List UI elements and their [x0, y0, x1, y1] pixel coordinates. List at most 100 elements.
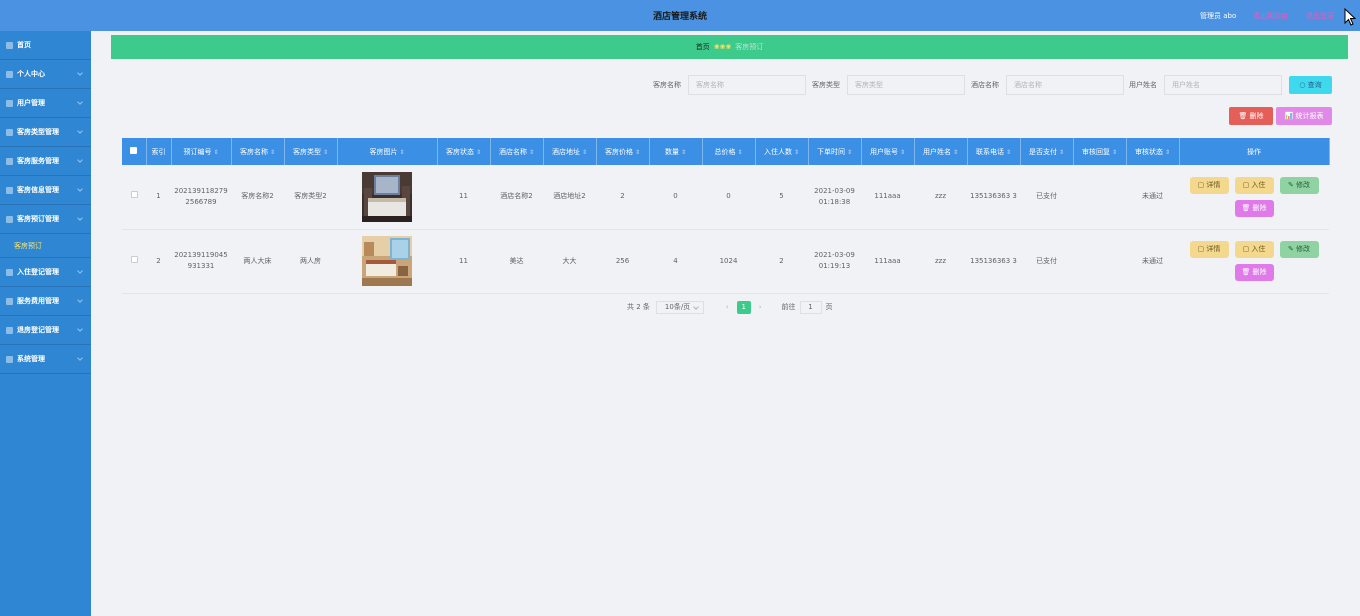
edit-button[interactable]: ✎ 修改	[1279, 176, 1319, 194]
checkout-icon	[6, 326, 13, 334]
sort-icon[interactable]: ⇕	[270, 149, 275, 156]
sort-icon[interactable]: ⇕	[900, 149, 905, 156]
page-number-current[interactable]: 1	[736, 300, 751, 314]
row-checkbox[interactable]	[130, 191, 138, 199]
sort-icon[interactable]: ⇕	[323, 149, 328, 156]
cell-status: 11	[437, 165, 490, 230]
column-header[interactable]: 下单时间 ⇕	[808, 138, 862, 165]
select-all-checkbox[interactable]	[130, 147, 138, 154]
page-size-select[interactable]: 10条/页	[655, 300, 704, 314]
search-room-type: 客房类型 客房类型	[812, 75, 965, 95]
sidebar-item-room-info[interactable]: 客房信息管理	[0, 176, 91, 205]
table-header-row: 索引 预订编号 ⇕ 客房名称 ⇕ 客房类型 ⇕ 客房图片 ⇕ 客房状态 ⇕ 酒店名称 ⇕ 酒…	[122, 138, 1330, 165]
row-select[interactable]	[122, 165, 146, 230]
sort-icon[interactable]: ⇕	[213, 149, 218, 156]
column-header[interactable]: 客房图片 ⇕	[337, 138, 438, 165]
cell-guests: 2	[755, 229, 808, 294]
room-type-input[interactable]: 客房类型	[847, 75, 965, 95]
cell-hotel-address: 大大	[543, 229, 596, 294]
column-header[interactable]: 入住人数 ⇕	[755, 138, 809, 165]
sort-icon[interactable]: ⇕	[847, 149, 852, 156]
hotel-name-input[interactable]: 酒店名称	[1006, 75, 1124, 95]
column-header[interactable]: 总价格 ⇕	[702, 138, 756, 165]
cell-reply	[1073, 165, 1126, 230]
room-photo[interactable]	[362, 236, 412, 286]
room-name-input[interactable]: 客房名称	[688, 75, 806, 95]
grid-icon	[6, 128, 13, 136]
detail-button[interactable]: ▢ 详情	[1189, 176, 1229, 194]
sort-icon[interactable]: ⇕	[1165, 149, 1170, 156]
column-header[interactable]: 客房价格 ⇕	[596, 138, 650, 165]
row-checkbox[interactable]	[130, 255, 138, 263]
select-all-header[interactable]	[122, 138, 147, 165]
sidebar: 首页 个人中心 用户管理 客房类型管理 客房服务管理 客房信息管理 客房预订管理…	[0, 31, 91, 616]
checkin-button[interactable]: ▢ 入住	[1234, 241, 1274, 258]
column-header[interactable]: 酒店地址 ⇕	[543, 138, 597, 165]
cell-room-photo	[337, 165, 437, 230]
cell-room-type: 客房类型2	[284, 165, 337, 230]
sidebar-item-fees[interactable]: 服务费用管理	[0, 287, 91, 316]
column-header[interactable]: 客房类型 ⇕	[284, 138, 338, 165]
delete-button[interactable]: 🗑 删除	[1234, 199, 1274, 217]
search-room-name: 客房名称 客房名称	[653, 75, 806, 95]
room-photo[interactable]	[362, 171, 412, 222]
column-header: 索引	[146, 138, 172, 165]
column-header[interactable]: 用户姓名 ⇕	[914, 138, 968, 165]
column-header[interactable]: 审核回复 ⇕	[1073, 138, 1127, 165]
sort-icon[interactable]: ⇕	[1112, 149, 1117, 156]
sort-icon[interactable]: ⇕	[529, 149, 534, 156]
breadcrumb-home[interactable]: 首页	[696, 43, 710, 51]
sidebar-item-checkin[interactable]: 入住登记管理	[0, 258, 91, 287]
column-header[interactable]: 预订编号 ⇕	[171, 138, 232, 165]
user-name-input[interactable]: 用户姓名	[1164, 75, 1282, 95]
sidebar-item-profile[interactable]: 个人中心	[0, 60, 91, 89]
sidebar-item-room-services[interactable]: 客房服务管理	[0, 147, 91, 176]
next-page-icon[interactable]: ›	[759, 303, 762, 311]
sort-icon[interactable]: ⇕	[1059, 149, 1064, 156]
cell-status: 11	[437, 229, 490, 294]
search-label: 客房名称	[653, 81, 681, 89]
sidebar-item-system[interactable]: 系统管理	[0, 345, 91, 374]
edit-button[interactable]: ✎ 修改	[1279, 241, 1319, 258]
sort-icon[interactable]: ⇕	[794, 149, 799, 156]
column-header[interactable]: 是否支付 ⇕	[1020, 138, 1074, 165]
sort-icon[interactable]: ⇕	[737, 149, 742, 156]
column-header[interactable]: 用户账号 ⇕	[861, 138, 915, 165]
batch-delete-button[interactable]: 🗑 删除	[1229, 107, 1273, 125]
column-header[interactable]: 客房名称 ⇕	[231, 138, 285, 165]
prev-page-icon[interactable]: ‹	[726, 303, 729, 311]
stats-report-button[interactable]: 📊 统计报表	[1276, 107, 1332, 125]
sort-icon[interactable]: ⇕	[476, 149, 481, 156]
checkin-icon	[6, 268, 13, 276]
column-header[interactable]: 数量 ⇕	[649, 138, 703, 165]
sort-icon[interactable]: ⇕	[953, 149, 958, 156]
sort-icon[interactable]: ⇕	[1006, 149, 1011, 156]
column-header[interactable]: 审核状态 ⇕	[1126, 138, 1180, 165]
sidebar-item-room-booking[interactable]: 客房预订管理	[0, 205, 91, 234]
sort-icon[interactable]: ⇕	[681, 149, 686, 156]
query-button[interactable]: ○ 查询	[1289, 76, 1332, 94]
detail-button[interactable]: ▢ 详情	[1189, 241, 1229, 258]
column-header[interactable]: 酒店名称 ⇕	[490, 138, 544, 165]
delete-button[interactable]: 🗑 删除	[1234, 264, 1274, 281]
sidebar-item-room-types[interactable]: 客房类型管理	[0, 118, 91, 147]
logout-link[interactable]: 退出登录	[1306, 11, 1334, 21]
front-link[interactable]: 退出到前台	[1253, 11, 1288, 21]
chevron-down-icon	[77, 326, 83, 332]
column-header[interactable]: 联系电话 ⇕	[967, 138, 1021, 165]
row-select[interactable]	[122, 229, 146, 294]
checkin-button[interactable]: ▢ 入住	[1234, 176, 1274, 194]
users-icon	[6, 99, 13, 107]
sort-icon[interactable]: ⇕	[635, 149, 640, 156]
sidebar-item-checkout[interactable]: 退房登记管理	[0, 316, 91, 345]
sidebar-item-home[interactable]: 首页	[0, 31, 91, 60]
sidebar-item-users[interactable]: 用户管理	[0, 89, 91, 118]
cell-total: 0	[702, 165, 755, 230]
service-icon	[6, 157, 13, 165]
sidebar-subitem-booking[interactable]: 客房预订	[0, 234, 91, 258]
column-header[interactable]: 客房状态 ⇕	[437, 138, 491, 165]
app-title: 酒店管理系统	[652, 12, 707, 22]
goto-page-input[interactable]: 1	[799, 300, 822, 314]
sort-icon[interactable]: ⇕	[582, 149, 587, 156]
sort-icon[interactable]: ⇕	[399, 149, 404, 156]
